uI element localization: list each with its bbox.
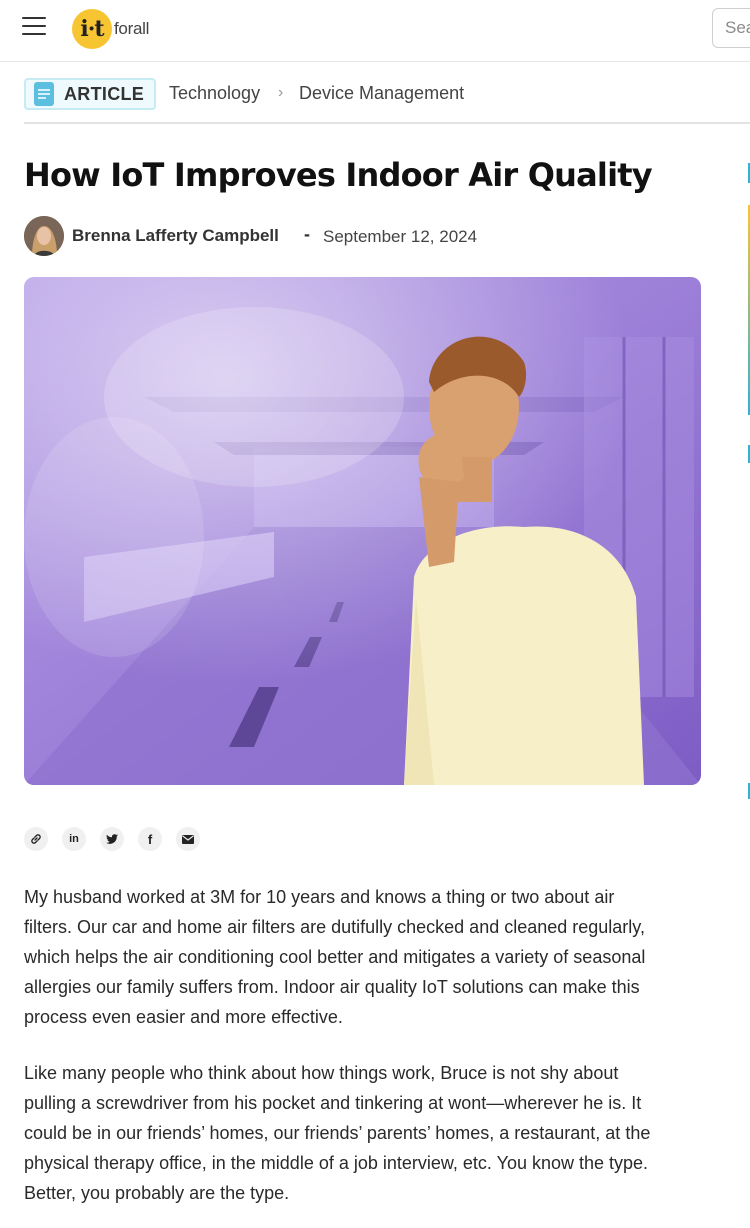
breadcrumb-device-management[interactable]: Device Management	[299, 83, 464, 104]
logo-text: forall	[114, 19, 150, 38]
facebook-icon[interactable]: f	[138, 827, 162, 851]
linkedin-glyph: in	[69, 833, 79, 845]
paragraph-line: Like many people who think about how thi…	[24, 1063, 619, 1083]
byline-separator: -	[304, 224, 310, 244]
paragraph-line: pulling a screwdriver from his pocket an…	[24, 1093, 642, 1113]
paragraph-line: physical therapy office, in the middle o…	[24, 1153, 649, 1173]
paragraph-line: Better, you probably are the type.	[24, 1183, 290, 1203]
logo-letters: i·t	[80, 16, 104, 42]
document-icon	[34, 82, 54, 106]
menu-icon[interactable]	[22, 17, 46, 37]
article-paragraph: My husband worked at 3M for 10 years and…	[24, 882, 714, 1032]
linkedin-icon[interactable]: in	[62, 827, 86, 851]
email-icon[interactable]	[176, 827, 200, 851]
facebook-glyph: f	[147, 831, 153, 847]
breadcrumb-technology[interactable]: Technology	[169, 83, 260, 104]
paragraph-line: My husband worked at 3M for 10 years and…	[24, 887, 615, 907]
chevron-right-icon: ›	[278, 84, 284, 101]
article-badge-label: ARTICLE	[64, 83, 145, 104]
twitter-icon[interactable]	[100, 827, 124, 851]
publish-date: September 12, 2024	[323, 227, 478, 246]
paragraph-line: which helps the air conditioning cool be…	[24, 947, 646, 967]
article-title: How IoT Improves Indoor Air Quality	[24, 156, 653, 194]
author-name[interactable]: Brenna Lafferty Campbell	[72, 226, 279, 246]
paragraph-line: filters. Our car and home air filters ar…	[24, 917, 645, 937]
link-icon[interactable]	[24, 827, 48, 851]
paragraph-line: allergies our family suffers from. Indoo…	[24, 977, 640, 997]
article-paragraph: Like many people who think about how thi…	[24, 1058, 714, 1208]
paragraph-line: process even easier and more effective.	[24, 1007, 343, 1027]
hero-image	[24, 277, 701, 785]
article-badge: ARTICLE	[24, 78, 157, 110]
site-logo[interactable]: i·t forall	[72, 8, 149, 50]
search-input[interactable]: Search	[712, 8, 750, 48]
breadcrumb: ARTICLE Technology › Device Management	[24, 62, 750, 124]
author-avatar[interactable]	[24, 216, 64, 256]
site-header: i·t forall Search	[0, 0, 750, 62]
paragraph-line: could be in our friends’ homes, our frie…	[24, 1123, 651, 1143]
logo-mark: i·t	[72, 9, 112, 49]
